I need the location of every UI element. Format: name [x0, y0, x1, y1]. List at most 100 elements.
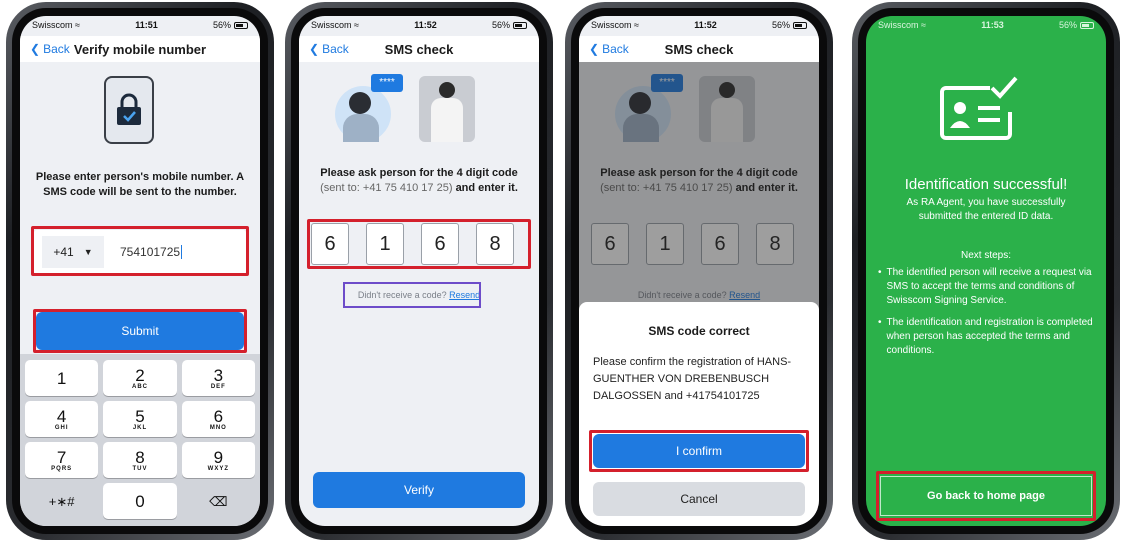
page-title: Verify mobile number: [73, 41, 207, 57]
keypad-letters: WXYZ: [207, 465, 229, 472]
list-item-text: The identification and registration is c…: [886, 317, 1093, 356]
instruction-line2: (sent to: +41 75 410 17 25) and enter it…: [305, 181, 533, 196]
page-title: SMS check: [384, 41, 454, 57]
instruction-line1: Please ask person for the 4 digit code: [320, 167, 518, 179]
status-bar: Swisscom ≈ 11:51 56%: [20, 16, 260, 34]
agent-illustration: [419, 76, 475, 142]
back-label: Back: [43, 42, 70, 56]
keypad-digit: 8: [135, 447, 145, 467]
status-bar: Swisscom ≈ 11:53 56%: [866, 16, 1106, 34]
back-button[interactable]: ❮ Back: [309, 42, 349, 56]
keypad-key[interactable]: 7 PQRS: [25, 442, 99, 478]
keypad-key[interactable]: 4 GHI: [25, 401, 99, 437]
keypad-letters: GHI: [54, 424, 69, 431]
instruction-text: Please enter person's mobile number. A S…: [35, 171, 245, 198]
back-label: Back: [602, 42, 629, 56]
highlight-submit: [33, 309, 247, 353]
keypad-key[interactable]: +∗#: [25, 483, 98, 519]
chevron-left-icon: ❮: [30, 42, 41, 56]
person-head: [349, 92, 371, 114]
keypad-key[interactable]: 1: [25, 360, 99, 396]
numeric-keypad: 1 2 ABC 3 DEF 4 GHI 5 JKL 6 MNO 7 PQRS 8 TUV 9 WXYZ +∗# 0 ⌫: [20, 354, 260, 526]
keypad-digit: 6: [213, 406, 224, 426]
id-card-check-icon: [940, 76, 1018, 140]
battery-icon: [1080, 21, 1094, 29]
keypad-letters: MNO: [209, 424, 227, 431]
status-time: 11:52: [694, 20, 717, 30]
keypad-key[interactable]: 8 TUV: [103, 442, 177, 478]
keypad-digit: 9: [213, 447, 224, 467]
cancel-button[interactable]: Cancel: [593, 482, 805, 516]
status-bar: Swisscom ≈ 11:52 56%: [579, 16, 819, 34]
carrier-text: Swisscom: [591, 20, 632, 30]
keypad-letters: JKL: [132, 424, 148, 431]
battery-icon: [513, 21, 527, 29]
sheet-title: SMS code correct: [648, 324, 750, 338]
phone-bezel: Swisscom ≈ 11:53 56% Identification succ…: [858, 8, 1114, 534]
status-right: 56%: [772, 20, 807, 30]
phone-sms-check: Swisscom ≈ 11:52 56% ❮ Back SMS check ***…: [285, 2, 553, 540]
keypad-key[interactable]: ⌫: [182, 483, 255, 519]
wifi-icon: ≈: [921, 20, 926, 30]
keypad-digit: 4: [56, 406, 67, 426]
screen-sms-check: Swisscom ≈ 11:52 56% ❮ Back SMS check ***…: [299, 16, 539, 526]
highlight-phone-input: [31, 226, 249, 276]
chevron-left-icon: ❮: [589, 42, 600, 56]
keypad-key[interactable]: 9 WXYZ: [181, 442, 255, 478]
carrier-text: Swisscom: [878, 20, 919, 30]
list-item: • The identified person will receive a re…: [878, 266, 1096, 308]
keypad-digit: 3: [213, 365, 224, 385]
keypad-key[interactable]: 6 MNO: [181, 401, 255, 437]
keypad-digit: 5: [135, 406, 145, 426]
keypad-letters: DEF: [210, 383, 226, 390]
speech-bubble: ****: [371, 74, 403, 92]
wifi-icon: ≈: [75, 20, 80, 30]
bullet-icon: •: [878, 317, 882, 328]
nav-bar: ❮ Back SMS check: [579, 36, 819, 62]
chevron-left-icon: ❮: [309, 42, 320, 56]
phone-lock-illustration: [104, 76, 154, 144]
status-right: 56%: [1059, 20, 1094, 30]
status-right: 56%: [213, 20, 248, 30]
keypad-digit: 0: [135, 491, 145, 511]
bullet-icon: •: [878, 267, 882, 278]
verify-button[interactable]: Verify: [313, 472, 525, 508]
back-label: Back: [322, 42, 349, 56]
success-title: Identification successful!: [904, 176, 1068, 193]
lock-icon: [117, 93, 141, 125]
carrier-label: Swisscom ≈: [32, 20, 80, 30]
confirm-sheet: SMS code correct Please confirm the regi…: [579, 302, 819, 526]
battery-icon: [234, 21, 248, 29]
sms-person-illustration: ****: [335, 74, 405, 142]
next-steps-label: Next steps:: [960, 250, 1012, 261]
highlight-home: [876, 471, 1096, 521]
enter-text: and enter it.: [455, 182, 518, 194]
status-right: 56%: [492, 20, 527, 30]
battery-percent: 56%: [1058, 20, 1077, 30]
carrier-text: Swisscom: [32, 20, 73, 30]
keypad-digit: ⌫: [209, 493, 228, 509]
agent-body: [431, 98, 463, 142]
keypad-key[interactable]: 5 JKL: [103, 401, 177, 437]
keypad-digit: +∗#: [48, 493, 75, 509]
screen-sms-confirm: Swisscom ≈ 11:52 56% ❮ Back SMS check ***…: [579, 16, 819, 526]
keypad-key[interactable]: 0: [103, 483, 177, 519]
back-button[interactable]: ❮ Back: [589, 42, 629, 56]
highlight-confirm: [589, 430, 809, 472]
nav-bar: ❮ Back SMS check: [299, 36, 539, 62]
page-title: SMS check: [664, 41, 734, 57]
keypad-key[interactable]: 3 DEF: [181, 360, 255, 396]
next-steps-list: • The identified person will receive a re…: [878, 266, 1096, 358]
carrier-label: Swisscom ≈: [311, 20, 359, 30]
keypad-digit: 7: [56, 447, 67, 467]
stage: Swisscom ≈ 11:51 56% ❮ Back Verify mobile…: [0, 0, 1132, 543]
battery-icon: [793, 21, 807, 29]
highlight-resend: [343, 282, 481, 308]
highlight-code: [307, 219, 531, 269]
back-button[interactable]: ❮ Back: [30, 42, 70, 56]
nav-bar: ❮ Back Verify mobile number: [20, 36, 260, 62]
keypad-digit: 1: [56, 368, 67, 388]
keypad-key[interactable]: 2 ABC: [103, 360, 177, 396]
carrier-label: Swisscom ≈: [591, 20, 639, 30]
wifi-icon: ≈: [634, 20, 639, 30]
